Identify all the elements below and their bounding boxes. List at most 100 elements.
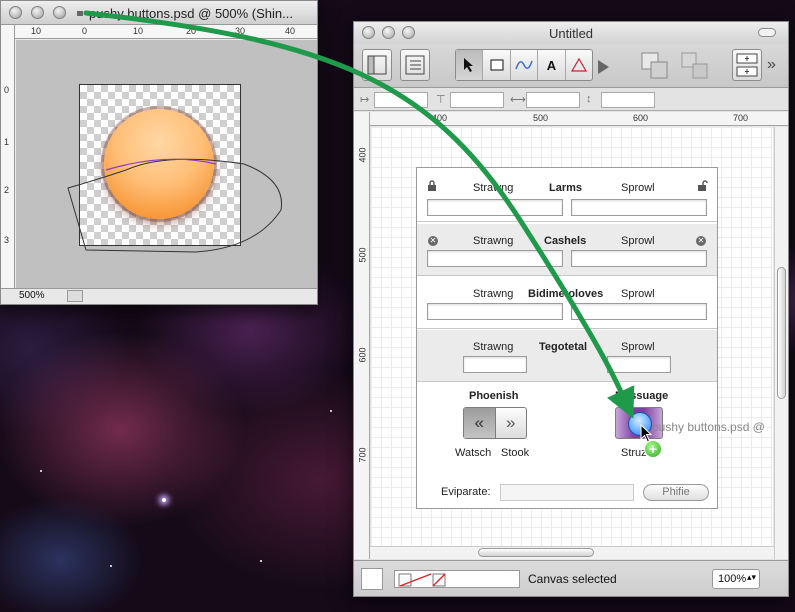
layout-icon bbox=[367, 55, 387, 75]
vertical-scrollbar[interactable] bbox=[774, 127, 788, 559]
form-row: ✕ Strawng Cashels Sprowl ✕ bbox=[417, 224, 717, 276]
designer-window-title: Untitled bbox=[548, 26, 594, 41]
text-field[interactable] bbox=[607, 356, 671, 373]
toolbar-toggle-button[interactable] bbox=[758, 28, 776, 37]
curve-icon bbox=[515, 60, 533, 70]
status-menu-button[interactable] bbox=[67, 290, 83, 302]
status-text: Canvas selected bbox=[528, 572, 617, 586]
text-field[interactable] bbox=[427, 250, 563, 267]
form-row: Strawng Larms Sprowl bbox=[417, 168, 717, 222]
toolbar-overflow-button[interactable]: » bbox=[767, 56, 776, 74]
y-field[interactable] bbox=[450, 92, 504, 108]
drag-ghost-label: pushy buttons.psd @ bbox=[652, 420, 765, 434]
text-tool[interactable]: A bbox=[538, 50, 566, 80]
arrow-cursor-icon bbox=[464, 58, 474, 72]
stepper-icon: ▴▾ bbox=[746, 572, 756, 582]
text-field[interactable] bbox=[571, 199, 707, 216]
play-icon[interactable] bbox=[597, 59, 611, 80]
pen-tool[interactable] bbox=[566, 50, 592, 80]
vertical-ruler[interactable]: 400 500 600 700 bbox=[354, 112, 370, 559]
stroke-style-well[interactable] bbox=[394, 570, 520, 588]
zoom-button[interactable] bbox=[53, 6, 66, 19]
row-right-label: Sprowl bbox=[621, 182, 655, 194]
phifie-button[interactable]: Phifie bbox=[643, 484, 709, 501]
text-field[interactable] bbox=[427, 199, 563, 216]
ruler-tick-label: 40 bbox=[285, 26, 296, 36]
ruler-tick-label: 0 bbox=[4, 85, 10, 95]
row-right-label: Sprowl bbox=[621, 341, 655, 353]
text-field[interactable] bbox=[571, 303, 707, 320]
segment-forward[interactable]: » bbox=[496, 408, 527, 438]
align-icon bbox=[736, 53, 758, 77]
ruler-tick-label: 700 bbox=[357, 447, 368, 463]
ruler-tick-label: 20 bbox=[186, 26, 197, 36]
image-button-caption: Struz bbox=[621, 447, 647, 459]
ruler-tick-label: 3 bbox=[4, 235, 10, 245]
segment-back[interactable]: « bbox=[464, 408, 496, 438]
width-field[interactable] bbox=[526, 92, 580, 108]
group-button[interactable] bbox=[639, 50, 671, 87]
x-field[interactable] bbox=[374, 92, 428, 108]
text-tool-glyph: A bbox=[546, 57, 557, 73]
ruler-tick-label: 10 bbox=[133, 26, 144, 36]
zoom-level[interactable]: 500% bbox=[19, 290, 45, 301]
designer-window: Untitled A » ↦ ⊤ ⟷ ↕ 400 500 600 700 400… bbox=[353, 21, 789, 597]
fill-color-well[interactable] bbox=[361, 568, 383, 590]
row-left-label: Strawng bbox=[473, 182, 514, 194]
x-position-icon: ↦ bbox=[360, 94, 370, 106]
clear-icon[interactable]: ✕ bbox=[428, 236, 438, 246]
horizontal-scroll-thumb[interactable] bbox=[478, 548, 594, 557]
bezier-tool[interactable] bbox=[511, 50, 539, 80]
height-field[interactable] bbox=[601, 92, 655, 108]
horizontal-scrollbar[interactable] bbox=[370, 546, 774, 559]
star bbox=[330, 410, 332, 412]
zoom-value: 100% bbox=[718, 573, 747, 585]
select-tool[interactable] bbox=[456, 50, 484, 80]
align-button[interactable] bbox=[732, 49, 762, 81]
vertical-scroll-thumb[interactable] bbox=[777, 267, 786, 399]
layout-view-button[interactable] bbox=[362, 49, 392, 81]
group-icon bbox=[641, 52, 668, 79]
lasso-selection-path bbox=[67, 158, 283, 253]
ruler-tick-label: 500 bbox=[357, 247, 368, 263]
ungroup-icon bbox=[681, 52, 708, 79]
ungroup-button[interactable] bbox=[679, 50, 711, 87]
row-center-label: Tegotetal bbox=[539, 341, 588, 353]
document-proxy-icon[interactable] bbox=[77, 11, 83, 16]
star bbox=[162, 498, 166, 502]
y-position-icon: ⊤ bbox=[436, 94, 446, 106]
rectangle-icon bbox=[490, 59, 504, 71]
photoshop-title-bar[interactable]: pushy buttons.psd @ 500% (Shin... bbox=[1, 1, 317, 25]
clear-icon[interactable]: ✕ bbox=[696, 236, 706, 246]
vertical-ruler[interactable]: 0 1 2 3 bbox=[1, 25, 15, 290]
status-bar: Canvas selected 100% ▴▾ bbox=[354, 560, 788, 596]
ruler-tick-label: 10 bbox=[31, 26, 42, 36]
form-bottom-section: Phoenish « » Watsch Stook Messuage Struz… bbox=[417, 383, 717, 510]
horizontal-ruler[interactable]: 10 0 10 20 30 40 bbox=[15, 25, 317, 39]
minimize-button[interactable] bbox=[31, 6, 44, 19]
photoshop-canvas-area[interactable] bbox=[16, 40, 317, 288]
ruler-tick-label: 600 bbox=[357, 347, 368, 363]
mock-form-panel[interactable]: Strawng Larms Sprowl ✕ Strawng Cashels S… bbox=[416, 167, 718, 509]
text-field[interactable] bbox=[571, 250, 707, 267]
close-button[interactable] bbox=[9, 6, 22, 19]
designer-title-bar[interactable]: Untitled bbox=[354, 22, 788, 44]
horizontal-ruler[interactable]: 400 500 600 700 bbox=[370, 112, 788, 126]
list-view-button[interactable] bbox=[400, 49, 430, 81]
zoom-select[interactable]: 100% ▴▾ bbox=[712, 569, 760, 589]
row-left-label: Strawng bbox=[473, 341, 514, 353]
ruler-tick-label: 500 bbox=[533, 113, 549, 123]
eviparate-field[interactable] bbox=[500, 484, 634, 501]
copy-plus-icon: + bbox=[644, 440, 662, 458]
rectangle-tool[interactable] bbox=[483, 50, 511, 80]
unlock-icon[interactable] bbox=[697, 180, 709, 191]
text-field[interactable] bbox=[427, 303, 563, 320]
text-field[interactable] bbox=[463, 356, 527, 373]
lock-icon[interactable] bbox=[427, 180, 437, 191]
ruler-tick-label: 1 bbox=[4, 137, 10, 147]
pen-icon bbox=[570, 57, 587, 72]
star bbox=[40, 470, 42, 472]
ruler-tick-label: 400 bbox=[357, 147, 368, 163]
ruler-tick-label: 600 bbox=[633, 113, 649, 123]
segment-caption: Watsch bbox=[455, 447, 492, 459]
